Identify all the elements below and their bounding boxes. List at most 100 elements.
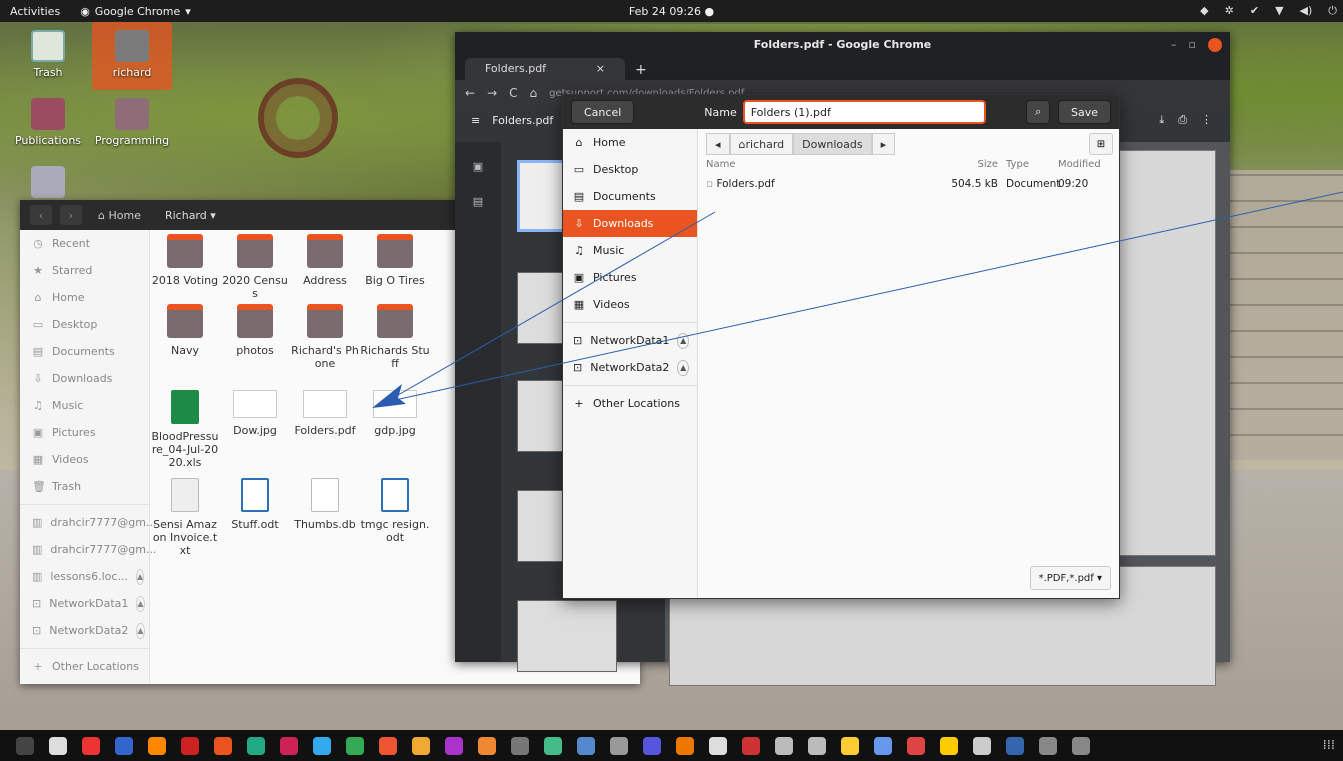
file-item[interactable]: tmgc resign.odt xyxy=(360,478,430,544)
file-type-filter[interactable]: *.PDF,*.pdf ▾ xyxy=(1029,566,1111,590)
file-item[interactable]: BloodPressure_04-Jul-2020.xls xyxy=(150,390,220,469)
eject-icon[interactable]: ▲ xyxy=(677,359,689,376)
search-button[interactable]: ⌕ xyxy=(1026,100,1050,124)
eject-icon[interactable]: ▲ xyxy=(136,622,145,639)
desktop-icon-trash[interactable]: Trash xyxy=(8,30,88,79)
menu-icon[interactable]: ≡ xyxy=(471,114,480,127)
files-sidebar-item[interactable]: ▤ Documents xyxy=(20,338,149,365)
file-item[interactable]: Folders.pdf xyxy=(290,390,360,437)
close-tab-icon[interactable]: × xyxy=(596,62,605,76)
tab-folders-pdf[interactable]: Folders.pdf × xyxy=(465,58,625,80)
dialog-sidebar-item[interactable]: ▭ Desktop xyxy=(563,156,697,183)
dock-app-icon[interactable] xyxy=(511,736,529,755)
dock-app-icon[interactable] xyxy=(1039,736,1057,755)
close-icon[interactable] xyxy=(1208,38,1222,52)
download-icon[interactable]: ⤓ xyxy=(1159,113,1164,127)
dock-app-icon[interactable] xyxy=(412,736,430,755)
dock-app-icon[interactable] xyxy=(445,736,463,755)
files-sidebar-item[interactable]: ⌂ Home xyxy=(20,284,149,311)
dock-app-icon[interactable] xyxy=(676,736,694,755)
save-button[interactable]: Save xyxy=(1057,100,1111,124)
column-modified[interactable]: Modified xyxy=(1058,159,1108,175)
folder-item[interactable]: Big O Tires xyxy=(360,234,430,287)
files-sidebar-item[interactable]: ▥ drahcir7777@gm... xyxy=(20,536,156,563)
volume-icon[interactable]: ◀) xyxy=(1300,4,1313,18)
more-icon[interactable]: ⋮ xyxy=(1201,113,1212,127)
dialog-sidebar-item[interactable]: ⊡ NetworkData2 ▲ xyxy=(563,354,697,381)
dialog-sidebar-item[interactable]: + Other Locations xyxy=(563,390,697,417)
file-item[interactable]: Stuff.odt xyxy=(220,478,290,531)
dock-app-icon[interactable] xyxy=(181,736,199,755)
files-sidebar-item[interactable]: ⇩ Downloads xyxy=(20,365,149,392)
dock-app-icon[interactable] xyxy=(247,736,265,755)
dock-app-icon[interactable] xyxy=(214,736,232,755)
activities-button[interactable]: Activities xyxy=(10,5,60,18)
desktop-icon-richard[interactable]: richard xyxy=(92,22,172,90)
clock[interactable]: Feb 24 09:26 ● xyxy=(0,5,1343,18)
column-name[interactable]: Name xyxy=(706,159,946,175)
file-item[interactable]: Sensi Amazon Invoice.txt xyxy=(150,478,220,557)
file-row[interactable]: ▫ Folders.pdf 504.5 kB Document 09:20 xyxy=(698,175,1119,193)
print-icon[interactable]: ⎙ xyxy=(1178,113,1187,127)
dock-app-icon[interactable] xyxy=(940,736,958,755)
path-segment[interactable]: ⌂ richard xyxy=(729,133,794,155)
eject-icon[interactable]: ▲ xyxy=(135,568,145,585)
dialog-sidebar-item[interactable]: ⌂ Home xyxy=(563,129,697,156)
dropbox-icon[interactable]: ✲ xyxy=(1225,4,1234,18)
folder-item[interactable]: Richards Stuff xyxy=(360,304,430,370)
back-icon[interactable]: ← xyxy=(465,86,475,100)
reload-icon[interactable]: C xyxy=(509,86,517,100)
dock-app-icon[interactable] xyxy=(82,736,100,755)
column-type[interactable]: Type xyxy=(998,159,1058,175)
shield-icon[interactable]: ◆ xyxy=(1200,4,1208,18)
files-sidebar-item[interactable]: + Other Locations xyxy=(20,653,149,680)
dialog-sidebar-item[interactable]: ▤ Documents xyxy=(563,183,697,210)
wifi-icon[interactable]: ▼ xyxy=(1275,4,1283,18)
file-item[interactable]: Thumbs.db xyxy=(290,478,360,531)
new-tab-button[interactable]: + xyxy=(635,60,647,80)
breadcrumb-current[interactable]: Richard ▾ xyxy=(157,206,224,225)
dock-app-icon[interactable] xyxy=(808,736,826,755)
path-segment[interactable]: Downloads xyxy=(793,133,872,155)
dock-app-icon[interactable] xyxy=(49,736,67,755)
files-sidebar-item[interactable]: ▥ lessons6.loc... ▲ xyxy=(20,563,149,590)
files-sidebar-item[interactable]: ⊡ NetworkData2 ▲ xyxy=(20,617,149,644)
dock-app-icon[interactable] xyxy=(841,736,859,755)
back-button[interactable]: ‹ xyxy=(30,205,52,225)
dock-app-icon[interactable] xyxy=(874,736,892,755)
dock-app-icon[interactable] xyxy=(775,736,793,755)
column-size[interactable]: Size xyxy=(946,159,998,175)
dialog-sidebar-item[interactable]: ♫ Music xyxy=(563,237,697,264)
dock-app-icon[interactable] xyxy=(973,736,991,755)
eject-icon[interactable]: ▲ xyxy=(677,332,689,349)
files-sidebar-item[interactable]: ★ Starred xyxy=(20,257,149,284)
dock-app-icon[interactable] xyxy=(148,736,166,755)
show-applications-icon[interactable]: ⁞⁞⁞ xyxy=(1323,738,1335,753)
files-sidebar-item[interactable]: ♫ Music xyxy=(20,392,149,419)
folder-item[interactable]: Navy xyxy=(150,304,220,357)
cancel-button[interactable]: Cancel xyxy=(571,100,635,124)
folder-item[interactable]: photos xyxy=(220,304,290,357)
dock-app-icon[interactable] xyxy=(478,736,496,755)
filename-input[interactable] xyxy=(742,100,987,124)
dock-app-icon[interactable] xyxy=(16,736,34,755)
files-sidebar-item[interactable]: ▭ Desktop xyxy=(20,311,149,338)
folder-item[interactable]: 2020 Census xyxy=(220,234,290,300)
files-sidebar-item[interactable]: ▦ Videos xyxy=(20,446,149,473)
dock-app-icon[interactable] xyxy=(643,736,661,755)
dock-app-icon[interactable] xyxy=(280,736,298,755)
minimize-icon[interactable]: – xyxy=(1171,32,1177,58)
dock-app-icon[interactable] xyxy=(115,736,133,755)
system-tray[interactable]: ◆ ✲ ✔ ▼ ◀) ⏻ xyxy=(1200,4,1337,18)
new-folder-button[interactable]: ⊞ xyxy=(1089,133,1113,155)
files-sidebar-item[interactable]: ⊡ NetworkData1 ▲ xyxy=(20,590,149,617)
folder-item[interactable]: Richard's Phone xyxy=(290,304,360,370)
dock-app-icon[interactable] xyxy=(742,736,760,755)
dock-app-icon[interactable] xyxy=(544,736,562,755)
desktop-icon-programming[interactable]: Programming xyxy=(92,98,172,147)
dock-app-icon[interactable] xyxy=(1072,736,1090,755)
maximize-icon[interactable]: ▫ xyxy=(1189,32,1196,58)
desktop-icon-config[interactable] xyxy=(8,166,88,202)
files-sidebar-item[interactable]: ▥ drahcir7777@gm... xyxy=(20,509,156,536)
thumbnails-icon[interactable]: ▣ xyxy=(455,160,501,173)
